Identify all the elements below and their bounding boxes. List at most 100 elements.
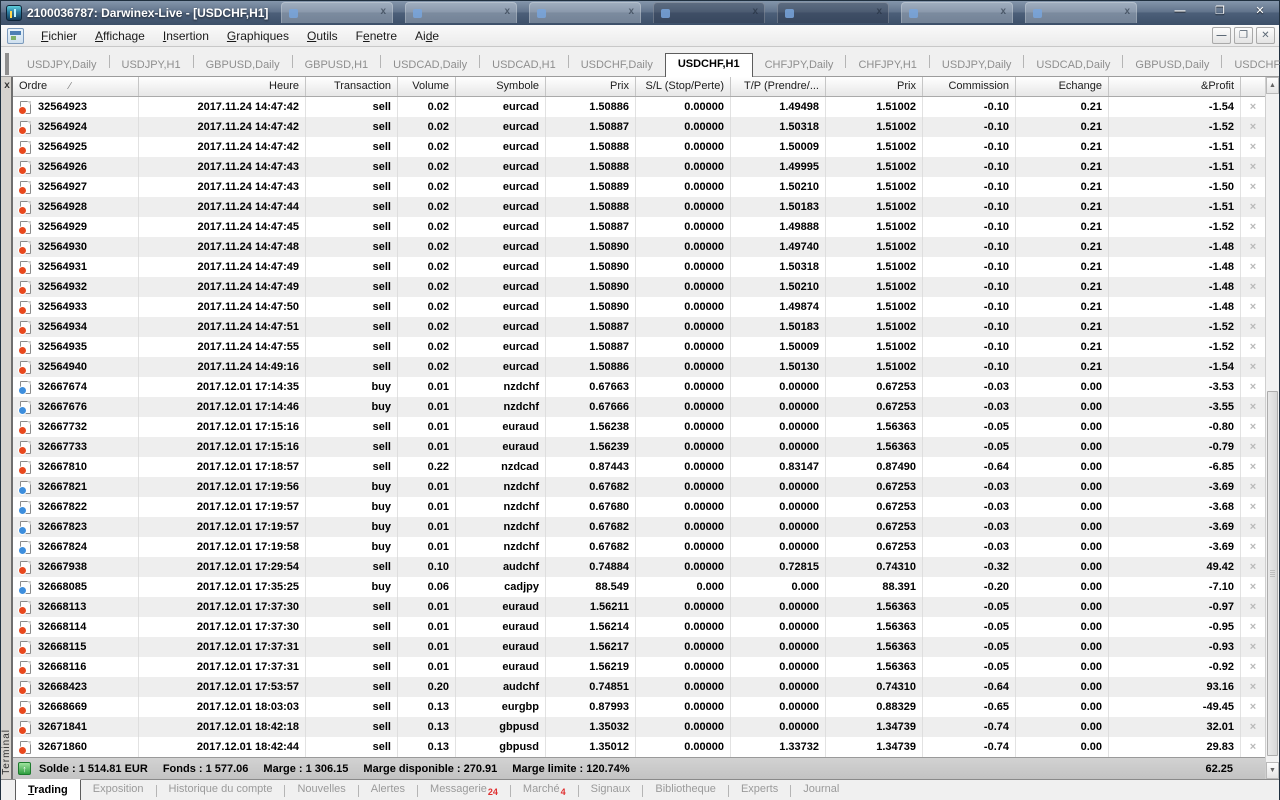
- order-row[interactable]: 325649302017.11.24 14:47:48sell0.02eurca…: [13, 237, 1265, 257]
- order-row[interactable]: 325649322017.11.24 14:47:49sell0.02eurca…: [13, 277, 1265, 297]
- close-order-icon[interactable]: ×: [1241, 677, 1265, 697]
- close-order-icon[interactable]: ×: [1241, 117, 1265, 137]
- chart-tab-usdjpy-daily[interactable]: USDJPY,Daily: [15, 55, 109, 76]
- order-row[interactable]: 326677332017.12.01 17:15:16sell0.01eurau…: [13, 437, 1265, 457]
- tab-march[interactable]: Marché4: [511, 780, 578, 800]
- order-row[interactable]: 326718602017.12.01 18:42:44sell0.13gbpus…: [13, 737, 1265, 757]
- terminal-close-icon[interactable]: x: [1, 80, 13, 91]
- close-order-icon[interactable]: ×: [1241, 397, 1265, 417]
- order-row[interactable]: 325649262017.11.24 14:47:43sell0.02eurca…: [13, 157, 1265, 177]
- vertical-scrollbar[interactable]: ▲ ▼: [1265, 77, 1279, 779]
- close-order-icon[interactable]: ×: [1241, 357, 1265, 377]
- close-order-icon[interactable]: ×: [1241, 537, 1265, 557]
- tab-messagerie[interactable]: Messagerie24: [418, 780, 510, 800]
- close-order-icon[interactable]: ×: [1241, 717, 1265, 737]
- close-order-icon[interactable]: ×: [1241, 377, 1265, 397]
- close-order-icon[interactable]: ×: [1241, 417, 1265, 437]
- chart-tab-gbpusd-daily[interactable]: GBPUSD,Daily: [194, 55, 292, 76]
- close-order-icon[interactable]: ×: [1241, 437, 1265, 457]
- column-header-tp[interactable]: T/P (Prendre/...: [731, 77, 826, 96]
- close-order-icon[interactable]: ×: [1241, 197, 1265, 217]
- order-row[interactable]: 326681152017.12.01 17:37:31sell0.01eurau…: [13, 637, 1265, 657]
- order-row[interactable]: 325649282017.11.24 14:47:44sell0.02eurca…: [13, 197, 1265, 217]
- close-order-icon[interactable]: ×: [1241, 497, 1265, 517]
- menu-affichage[interactable]: Affichage: [86, 26, 154, 46]
- close-order-icon[interactable]: ×: [1241, 637, 1265, 657]
- column-header-volume[interactable]: Volume: [398, 77, 456, 96]
- order-row[interactable]: 325649402017.11.24 14:49:16sell0.02eurca…: [13, 357, 1265, 377]
- menu-insertion[interactable]: Insertion: [154, 26, 218, 46]
- chart-tab-usdcad-h1[interactable]: USDCAD,H1: [480, 55, 568, 76]
- scroll-down-icon[interactable]: ▼: [1266, 762, 1279, 779]
- close-order-icon[interactable]: ×: [1241, 277, 1265, 297]
- order-row[interactable]: 326684232017.12.01 17:53:57sell0.20audch…: [13, 677, 1265, 697]
- menu-outils[interactable]: Outils: [298, 26, 347, 46]
- chart-tab-usdchf-daily[interactable]: USDCHF,Daily: [569, 55, 665, 76]
- order-row[interactable]: 325649312017.11.24 14:47:49sell0.02eurca…: [13, 257, 1265, 277]
- close-order-icon[interactable]: ×: [1241, 297, 1265, 317]
- menu-graphiques[interactable]: Graphiques: [218, 26, 298, 46]
- tab-signaux[interactable]: Signaux: [579, 780, 643, 799]
- chart-tab-usdchf-h1[interactable]: USDCHF,H1: [665, 53, 753, 77]
- tab-exposition[interactable]: Exposition: [81, 780, 156, 799]
- maximize-button[interactable]: ❐: [1207, 4, 1233, 20]
- close-order-icon[interactable]: ×: [1241, 697, 1265, 717]
- tab-historique-du-compte[interactable]: Historique du compte: [157, 780, 285, 799]
- mdi-restore-button[interactable]: ❐: [1234, 27, 1253, 44]
- chart-tab-usdcad-daily[interactable]: USDCAD,Daily: [1024, 55, 1122, 76]
- close-order-icon[interactable]: ×: [1241, 737, 1265, 757]
- order-row[interactable]: 326677322017.12.01 17:15:16sell0.01eurau…: [13, 417, 1265, 437]
- chart-tab-usdjpy-h1[interactable]: USDJPY,H1: [110, 55, 193, 76]
- chart-tab-usdchf-daily[interactable]: USDCHF,Daily: [1222, 55, 1280, 76]
- order-row[interactable]: 325649342017.11.24 14:47:51sell0.02eurca…: [13, 317, 1265, 337]
- tab-trading[interactable]: Trading: [15, 779, 81, 800]
- menu-fichier[interactable]: Fichier: [32, 26, 86, 46]
- close-order-icon[interactable]: ×: [1241, 257, 1265, 277]
- tabbar-grip[interactable]: [5, 53, 9, 75]
- column-header-commission[interactable]: Commission: [923, 77, 1016, 96]
- order-row[interactable]: 325649252017.11.24 14:47:42sell0.02eurca…: [13, 137, 1265, 157]
- tab-bibliotheque[interactable]: Bibliotheque: [643, 780, 728, 799]
- menu-fenetre[interactable]: Fenetre: [347, 26, 406, 46]
- column-header-swap[interactable]: Echange: [1016, 77, 1109, 96]
- mdi-minimize-button[interactable]: —: [1212, 27, 1231, 44]
- close-order-icon[interactable]: ×: [1241, 97, 1265, 117]
- order-row[interactable]: 326681162017.12.01 17:37:31sell0.01eurau…: [13, 657, 1265, 677]
- column-header-price2[interactable]: Prix: [826, 77, 923, 96]
- column-header-sl[interactable]: S/L (Stop/Perte): [636, 77, 731, 96]
- close-order-icon[interactable]: ×: [1241, 477, 1265, 497]
- order-row[interactable]: 326676762017.12.01 17:14:46buy0.01nzdchf…: [13, 397, 1265, 417]
- close-order-icon[interactable]: ×: [1241, 617, 1265, 637]
- close-order-icon[interactable]: ×: [1241, 237, 1265, 257]
- order-row[interactable]: 326678232017.12.01 17:19:57buy0.01nzdchf…: [13, 517, 1265, 537]
- column-header-symbol[interactable]: Symbole: [456, 77, 546, 96]
- order-row[interactable]: 325649232017.11.24 14:47:42sell0.02eurca…: [13, 97, 1265, 117]
- close-order-icon[interactable]: ×: [1241, 457, 1265, 477]
- order-row[interactable]: 326679382017.12.01 17:29:54sell0.10audch…: [13, 557, 1265, 577]
- order-row[interactable]: 326676742017.12.01 17:14:35buy0.01nzdchf…: [13, 377, 1265, 397]
- order-row[interactable]: 326678102017.12.01 17:18:57sell0.22nzdca…: [13, 457, 1265, 477]
- tab-nouvelles[interactable]: Nouvelles: [285, 780, 357, 799]
- chart-tab-usdjpy-daily[interactable]: USDJPY,Daily: [930, 55, 1024, 76]
- close-order-icon[interactable]: ×: [1241, 597, 1265, 617]
- order-row[interactable]: 326678212017.12.01 17:19:56buy0.01nzdchf…: [13, 477, 1265, 497]
- menu-aide[interactable]: Aide: [406, 26, 448, 46]
- chart-tab-chfjpy-daily[interactable]: CHFJPY,Daily: [753, 55, 846, 76]
- close-order-icon[interactable]: ×: [1241, 317, 1265, 337]
- order-row[interactable]: 325649292017.11.24 14:47:45sell0.02eurca…: [13, 217, 1265, 237]
- minimize-button[interactable]: —: [1167, 4, 1193, 20]
- close-order-icon[interactable]: ×: [1241, 657, 1265, 677]
- tab-experts[interactable]: Experts: [729, 780, 790, 799]
- column-header-profit[interactable]: &Profit: [1109, 77, 1241, 96]
- order-row[interactable]: 325649352017.11.24 14:47:55sell0.02eurca…: [13, 337, 1265, 357]
- column-header-price[interactable]: Prix: [546, 77, 636, 96]
- column-header-time[interactable]: Heure: [139, 77, 306, 96]
- scrollbar-thumb[interactable]: [1267, 391, 1278, 756]
- chart-tab-gbpusd-daily[interactable]: GBPUSD,Daily: [1123, 55, 1221, 76]
- chart-tab-chfjpy-h1[interactable]: CHFJPY,H1: [846, 55, 928, 76]
- mdi-close-button[interactable]: ✕: [1256, 27, 1275, 44]
- close-order-icon[interactable]: ×: [1241, 137, 1265, 157]
- chart-tab-usdcad-daily[interactable]: USDCAD,Daily: [381, 55, 479, 76]
- order-row[interactable]: 326681132017.12.01 17:37:30sell0.01eurau…: [13, 597, 1265, 617]
- order-row[interactable]: 326678242017.12.01 17:19:58buy0.01nzdchf…: [13, 537, 1265, 557]
